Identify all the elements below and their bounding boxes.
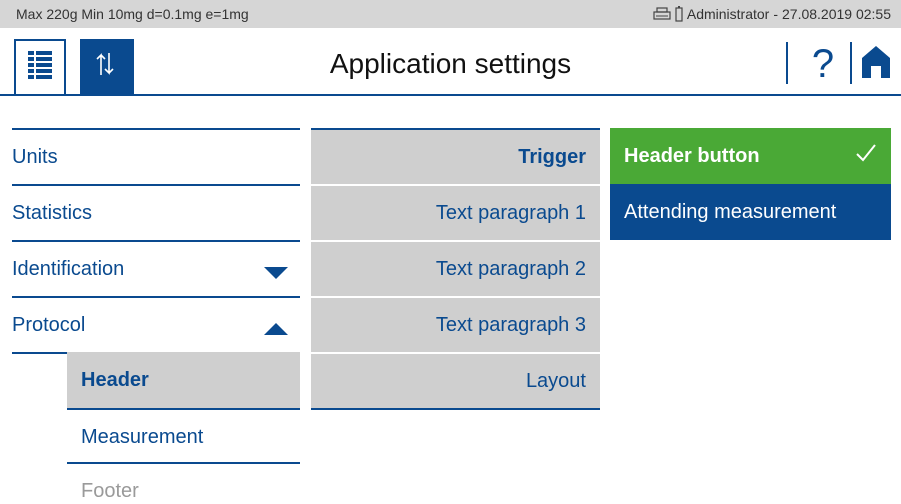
submenu-item-label: Text paragraph 2 <box>435 257 586 280</box>
checkmark-icon <box>855 142 877 170</box>
submenu-item-footer[interactable]: Footer <box>67 462 300 504</box>
user-name: Administrator <box>686 6 770 22</box>
page-title: Application settings <box>329 48 572 79</box>
option-header-button[interactable]: Header button <box>610 128 891 184</box>
home-button[interactable] <box>858 44 894 84</box>
submenu-item-trigger[interactable]: Trigger <box>311 128 600 184</box>
battery-icon <box>675 6 683 22</box>
home-icon <box>860 44 892 85</box>
capacity-info: Max 220g Min 10mg d=0.1mg e=1mg <box>16 6 249 22</box>
status-separator: - <box>773 6 778 22</box>
status-bar: Max 220g Min 10mg d=0.1mg e=1mg Administ… <box>0 0 901 28</box>
trigger-options: Header button Attending measurement <box>610 128 891 240</box>
submenu-item-label: Text paragraph 3 <box>435 313 586 336</box>
menu-item-units[interactable]: Units <box>12 128 300 184</box>
protocol-submenu: Trigger Text paragraph 1 Text paragraph … <box>311 128 600 410</box>
submenu-item-label: Text paragraph 1 <box>435 201 586 224</box>
header-divider <box>786 42 788 84</box>
menu-item-label: Units <box>12 145 58 168</box>
menu-item-protocol[interactable]: Protocol <box>12 296 300 352</box>
menu-item-label: Protocol <box>12 313 86 336</box>
status-right: Administrator - 27.08.2019 02:55 <box>653 6 891 22</box>
datetime: 27.08.2019 02:55 <box>782 6 891 22</box>
menu-item-label: Identification <box>12 257 125 280</box>
option-label: Header button <box>624 144 760 167</box>
header-divider <box>850 42 852 84</box>
submenu-item-label: Measurement <box>81 425 204 448</box>
submenu-divider <box>311 408 600 410</box>
submenu-item-measurement[interactable]: Measurement <box>67 408 300 464</box>
menu-item-identification[interactable]: Identification <box>12 240 300 296</box>
submenu-item-header[interactable]: Header <box>67 352 300 408</box>
printer-icon <box>653 7 671 21</box>
option-attending-measurement[interactable]: Attending measurement <box>610 184 891 240</box>
submenu-item-text-paragraph-1[interactable]: Text paragraph 1 <box>311 184 600 240</box>
submenu-item-text-paragraph-2[interactable]: Text paragraph 2 <box>311 240 600 296</box>
header-divider-line <box>0 94 901 96</box>
settings-menu: Units Statistics Identification Protocol <box>12 128 300 354</box>
triangle-down-icon <box>264 262 288 285</box>
submenu-item-label: Layout <box>525 369 586 392</box>
submenu-item-label: Trigger <box>518 145 586 168</box>
triangle-up-icon <box>264 318 288 341</box>
submenu-item-layout[interactable]: Layout <box>311 352 600 408</box>
submenu-item-label: Footer <box>81 479 139 502</box>
menu-item-label: Statistics <box>12 201 93 224</box>
menu-item-statistics[interactable]: Statistics <box>12 184 300 240</box>
option-label: Attending measurement <box>624 200 837 223</box>
submenu-item-label: Header <box>81 368 149 391</box>
help-button[interactable]: ? <box>800 39 846 89</box>
submenu-item-text-paragraph-3[interactable]: Text paragraph 3 <box>311 296 600 352</box>
